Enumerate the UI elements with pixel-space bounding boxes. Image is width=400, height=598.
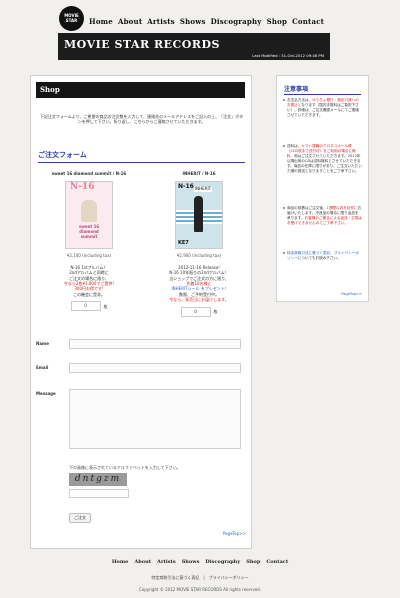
product-closing: この機会に是非。 bbox=[73, 291, 105, 297]
nav-shows[interactable]: Shows bbox=[180, 17, 206, 26]
note-text: 送料は、 bbox=[287, 144, 302, 148]
product-line: N-16 10年振りの2ndアルバム！ bbox=[169, 270, 229, 276]
logo[interactable]: MOVIE STAR bbox=[59, 6, 84, 31]
cover-figure bbox=[194, 196, 203, 233]
email-label: Email bbox=[36, 365, 49, 370]
note-text: 他はご注文させていただきます。2012年以降出荷のCDは送料無料とさせていただき… bbox=[287, 154, 362, 173]
footer-nav-artists[interactable]: Artists bbox=[157, 559, 176, 565]
site-banner: MOVIE STAR RECORDS Last Modified : 31-Oc… bbox=[58, 33, 330, 60]
cover-number: KE7 bbox=[178, 240, 189, 246]
album-cover[interactable]: N-16 INHERIT KE7 bbox=[175, 181, 223, 250]
bullet-icon bbox=[283, 145, 285, 147]
note-policies: 特定商取引法に基づく表記、プライバシーポリシーについてもお読み下さい。 bbox=[283, 251, 362, 261]
quantity-input[interactable]: 0 bbox=[70, 301, 101, 312]
email-field[interactable] bbox=[69, 363, 241, 373]
note-shipping: 送料は、ヤマト運輸のクロネコメール便（CD2枚まで送付可）をご利用の場合に無料、… bbox=[283, 144, 362, 174]
bullet-icon bbox=[283, 252, 285, 254]
form-title: ご注文フォーム bbox=[38, 150, 245, 163]
product-closing: 今なら、発売日にお届けします。 bbox=[169, 297, 229, 303]
footer-nav-contact[interactable]: Contact bbox=[266, 559, 288, 565]
site-title: MOVIE STAR RECORDS bbox=[64, 38, 220, 51]
footer-nav-shows[interactable]: Shows bbox=[182, 559, 200, 565]
cover-brand: N-16 bbox=[70, 182, 95, 193]
nav-discography[interactable]: Discography bbox=[211, 17, 262, 26]
note-payment: お支払方法は、ゆうちょ銀行・指定口座へのお振込となります（国内手数料はご負担下さ… bbox=[283, 98, 362, 118]
logo-text-2: STAR bbox=[65, 17, 78, 23]
note-text: についてもお読み下さい。 bbox=[297, 256, 341, 260]
nav-home[interactable]: Home bbox=[89, 17, 113, 26]
name-field[interactable] bbox=[69, 339, 241, 349]
pagetop-link[interactable]: PageTop>> bbox=[223, 531, 246, 536]
product-price: ¥2,900 (including tax) bbox=[176, 253, 222, 259]
nav-artists[interactable]: Artists bbox=[147, 17, 175, 26]
product-card: INHERIT / N-16 N-16 INHERIT KE7 ¥2,900 (… bbox=[159, 171, 239, 317]
cover-label: INHERIT bbox=[194, 186, 213, 192]
nav-shop[interactable]: Shop bbox=[267, 17, 288, 26]
captcha-input[interactable] bbox=[69, 489, 129, 498]
product-title: INHERIT / N-16 bbox=[182, 171, 216, 176]
legal-link[interactable]: 特定商取引法に基づく表記 bbox=[287, 251, 330, 255]
quantity-row: 0 枚 bbox=[49, 301, 129, 312]
product-price: ¥2,100 (including tax) bbox=[66, 253, 112, 259]
submit-button[interactable]: ご注文 bbox=[69, 513, 91, 523]
top-nav: Home About Artists Shows Discography Sho… bbox=[89, 17, 324, 26]
quantity-input[interactable]: 0 bbox=[180, 306, 211, 317]
footer-nav-discography[interactable]: Discography bbox=[205, 559, 240, 565]
last-modified: Last Modified : 31-Oct-2012 09:46 PM bbox=[252, 53, 324, 58]
cover-brand: N-16 bbox=[178, 183, 194, 191]
product-card: sweet 16 diamond summit / N-16 N-16 swee… bbox=[49, 171, 129, 312]
note-text: 商品の到着はご注文後、 bbox=[287, 206, 327, 210]
quantity-row: 0 枚 bbox=[159, 306, 239, 317]
nav-contact[interactable]: Contact bbox=[292, 17, 324, 26]
quantity-unit: 枚 bbox=[213, 308, 218, 314]
copyright: Copyright © 2012 MOVIE STAR RECORDS All … bbox=[139, 587, 261, 592]
pagetop-link[interactable]: PageTop>> bbox=[341, 292, 362, 297]
main-panel: Shop 下記注文フォームより、ご希望の商品の注文数を入力して、連絡先のメールア… bbox=[30, 75, 252, 549]
intro-text: 下記注文フォームより、ご希望の商品の注文数を入力して、連絡先のメールアドレスをご… bbox=[39, 114, 244, 125]
cover-figure bbox=[81, 200, 97, 223]
product-title: sweet 16 diamond summit / N-16 bbox=[51, 171, 127, 176]
footer-nav-shop[interactable]: Shop bbox=[246, 559, 260, 565]
note-delivery: 商品の到着はご注文後、1週間以内を目安にお届けいたします。不良品の場合に限り返品… bbox=[283, 206, 362, 226]
captcha-image: dntgzm bbox=[69, 473, 127, 486]
name-label: Name bbox=[36, 341, 49, 346]
cover-text: sweet 16 diamond summit bbox=[78, 224, 100, 240]
captcha-instructions: 下の画像に表示されているアルファベットを入力して下さい。 bbox=[69, 465, 181, 470]
notes-panel: 注意事項 お支払方法は、ゆうちょ銀行・指定口座へのお振込となります（国内手数料は… bbox=[276, 75, 369, 302]
bullet-icon bbox=[283, 99, 285, 101]
bullet-icon bbox=[283, 207, 285, 209]
quantity-unit: 枚 bbox=[103, 303, 108, 309]
message-field[interactable] bbox=[69, 389, 241, 449]
footer-links[interactable]: 特定商取引法に基づく表記 | プライバシーポリシー bbox=[0, 575, 400, 580]
album-cover[interactable]: N-16 sweet 16 diamond summit bbox=[65, 181, 113, 250]
nav-about[interactable]: About bbox=[118, 17, 142, 26]
notes-title: 注意事項 bbox=[284, 84, 361, 95]
note-emphasis: 1週間以内を目安に bbox=[326, 206, 358, 210]
footer-nav-about[interactable]: About bbox=[134, 559, 151, 565]
note-text: お支払方法は、 bbox=[287, 98, 313, 102]
page-title: Shop bbox=[36, 82, 245, 98]
message-label: Message bbox=[36, 391, 56, 396]
footer-nav-home[interactable]: Home bbox=[112, 559, 129, 565]
footer-nav: Home About Artists Shows Discography Sho… bbox=[0, 559, 400, 565]
note-text: となります（国内手数料はご負担下さい）。詳細は、ご注文確認メールにてご連絡させて… bbox=[287, 103, 359, 117]
